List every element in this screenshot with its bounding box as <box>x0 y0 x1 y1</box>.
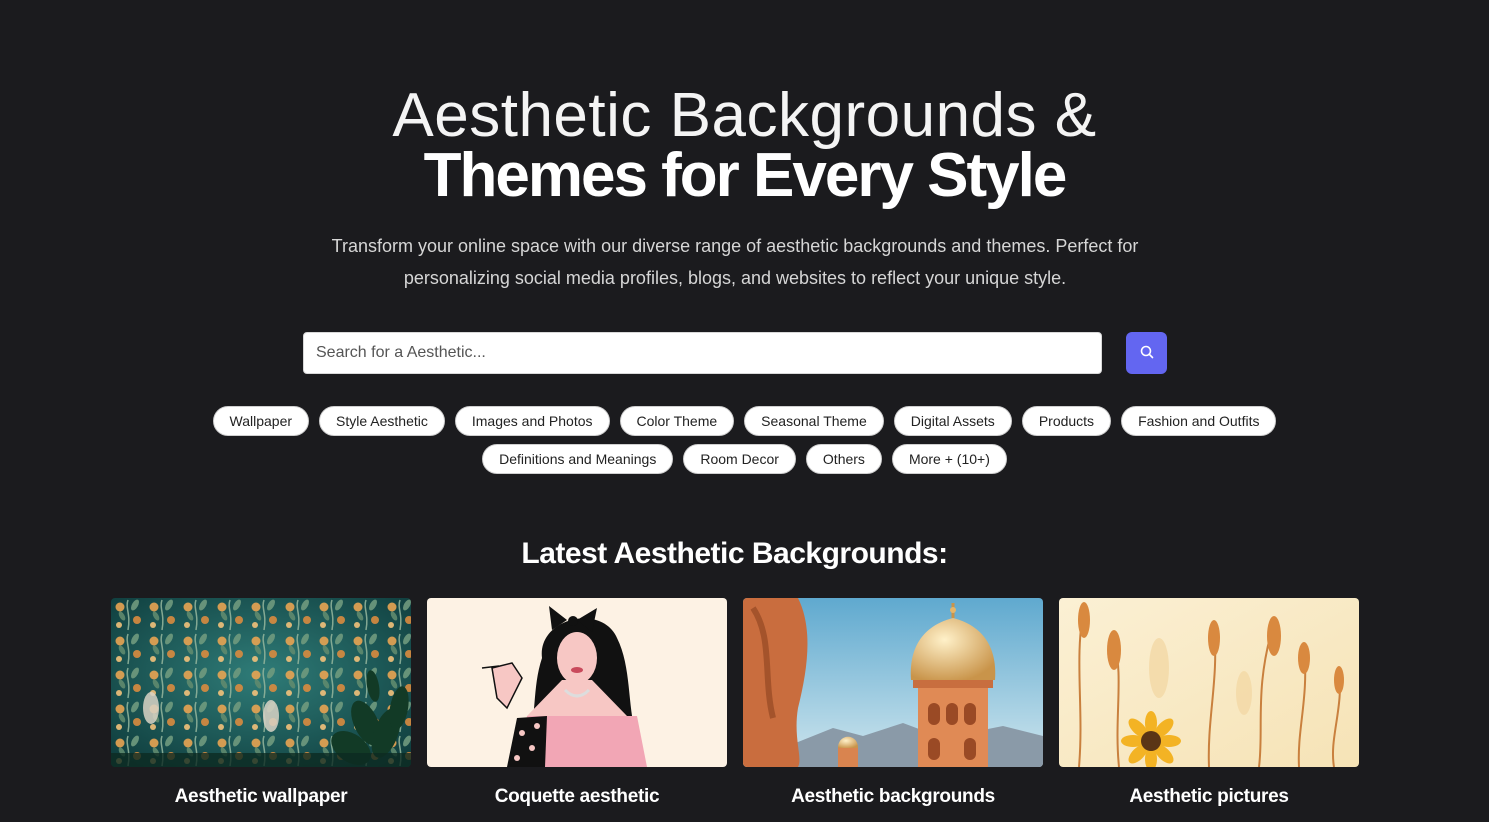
search-input[interactable] <box>303 332 1102 374</box>
card-caption[interactable]: Coquette aesthetic <box>427 786 727 808</box>
category-chips-row1: Wallpaper Style Aesthetic Images and Pho… <box>0 406 1489 436</box>
chip-fashion-and-outfits[interactable]: Fashion and Outfits <box>1121 406 1277 436</box>
card-image-coquette-illustration <box>427 598 727 767</box>
chip-wallpaper[interactable]: Wallpaper <box>212 406 310 436</box>
card-caption[interactable]: Aesthetic backgrounds <box>743 786 1043 808</box>
card-image-dried-grass <box>1059 598 1359 767</box>
chip-images-and-photos[interactable]: Images and Photos <box>454 406 610 436</box>
card-aesthetic-wallpaper[interactable]: Aesthetic wallpaper <box>111 598 411 808</box>
hero-title-line2: Themes for Every Style <box>423 141 1068 210</box>
search-icon <box>1140 345 1154 362</box>
card-image-golden-dome <box>743 598 1043 767</box>
chip-room-decor[interactable]: Room Decor <box>683 444 796 474</box>
latest-section-title: Latest Aesthetic Backgrounds: <box>521 537 948 570</box>
chip-definitions-and-meanings[interactable]: Definitions and Meanings <box>482 444 674 474</box>
card-caption[interactable]: Aesthetic wallpaper <box>111 786 411 808</box>
card-caption[interactable]: Aesthetic pictures <box>1059 786 1359 808</box>
chip-style-aesthetic[interactable]: Style Aesthetic <box>319 406 445 436</box>
chip-others[interactable]: Others <box>805 444 882 474</box>
chip-color-theme[interactable]: Color Theme <box>619 406 735 436</box>
search-button[interactable] <box>1126 332 1167 374</box>
chip-more[interactable]: More + (10+) <box>891 444 1007 474</box>
card-aesthetic-pictures[interactable]: Aesthetic pictures <box>1059 598 1359 808</box>
chip-seasonal-theme[interactable]: Seasonal Theme <box>744 406 884 436</box>
card-coquette-aesthetic[interactable]: Coquette aesthetic <box>427 598 727 808</box>
chip-products[interactable]: Products <box>1021 406 1112 436</box>
chip-digital-assets[interactable]: Digital Assets <box>893 406 1012 436</box>
card-image-floral-wallpaper <box>111 598 411 767</box>
category-chips-row2: Definitions and Meanings Room Decor Othe… <box>0 444 1489 474</box>
card-aesthetic-backgrounds[interactable]: Aesthetic backgrounds <box>743 598 1043 808</box>
hero-subtitle: Transform your online space with our div… <box>331 236 1139 288</box>
